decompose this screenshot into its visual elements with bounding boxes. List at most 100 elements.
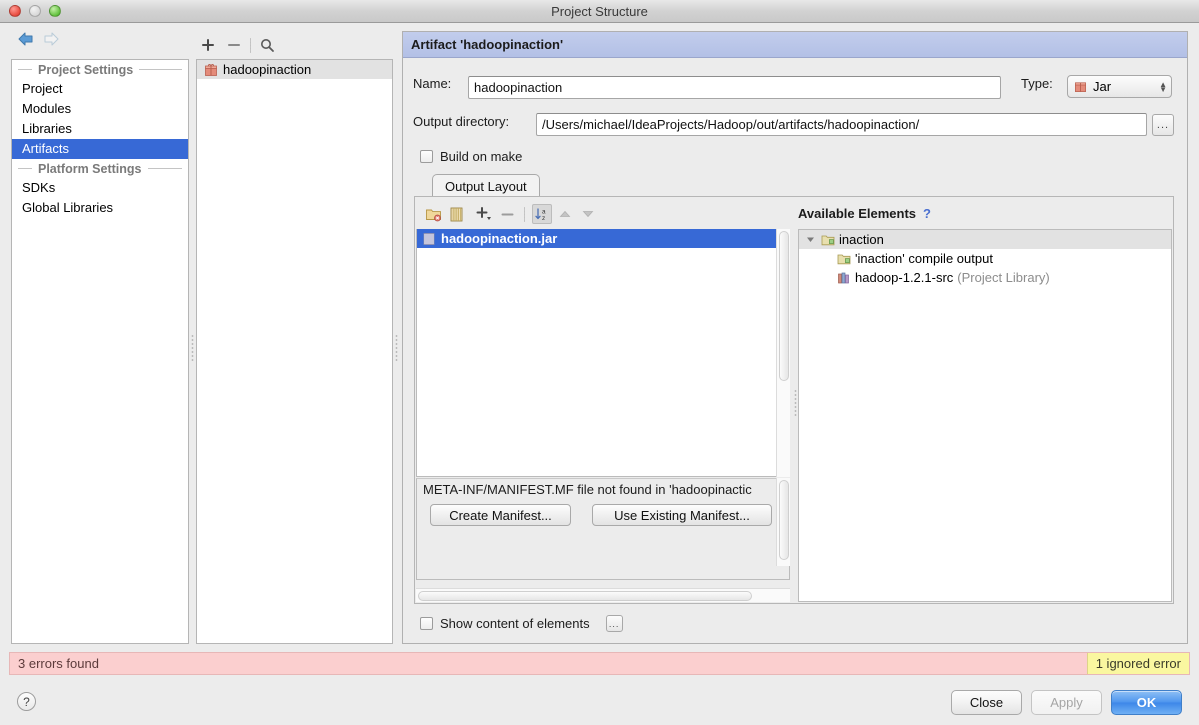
manifest-panel: META-INF/MANIFEST.MF file not found in '… (416, 478, 790, 580)
sidebar-item-global-libraries[interactable]: Global Libraries (12, 198, 188, 218)
module-folder-icon (821, 233, 835, 247)
close-button[interactable]: Close (951, 690, 1022, 715)
tree-row-note: (Project Library) (957, 270, 1050, 285)
name-input[interactable]: hadoopinaction (468, 76, 1001, 99)
tree-row-label: inaction (839, 232, 884, 247)
compile-output-icon (837, 252, 851, 266)
sidebar-item-artifacts[interactable]: Artifacts (12, 139, 188, 159)
use-existing-manifest-button[interactable]: Use Existing Manifest... (592, 504, 772, 526)
sidebar-item-label: Libraries (22, 121, 72, 136)
triangle-up-icon[interactable] (555, 204, 575, 224)
sidebar-item-label: Artifacts (22, 141, 69, 156)
artifact-list-pane[interactable]: hadoopinaction (196, 59, 393, 644)
scroll-thumb[interactable] (779, 231, 789, 381)
sort-az-icon[interactable]: a z (532, 204, 552, 224)
ok-button[interactable]: OK (1111, 690, 1182, 715)
sidebar-section-title: Project Settings (38, 62, 134, 77)
scroll-thumb[interactable] (779, 480, 789, 560)
sidebar-item-label: Modules (22, 101, 72, 116)
create-manifest-button[interactable]: Create Manifest... (430, 504, 571, 526)
help-icon[interactable]: ? (923, 206, 931, 221)
divider (147, 168, 182, 169)
apply-button[interactable]: Apply (1031, 690, 1102, 715)
available-elements-title: Available Elements (798, 206, 917, 221)
output-directory-row: Output directory: (413, 114, 509, 129)
available-elements-header: Available Elements ? (798, 206, 1172, 226)
output-layout-toolbar: a z (416, 202, 790, 226)
show-content-checkbox[interactable] (420, 617, 433, 630)
build-on-make-checkbox[interactable] (420, 150, 433, 163)
help-button[interactable]: ? (17, 692, 36, 711)
sidebar-item-label: Project (22, 81, 63, 96)
sidebar-item-libraries[interactable]: Libraries (12, 119, 188, 139)
toolbar-separator (250, 37, 251, 53)
window-title-bar: Project Structure (0, 0, 1199, 23)
jar-icon (422, 232, 436, 246)
manifest-hscrollbar[interactable] (416, 588, 790, 602)
search-icon[interactable] (257, 35, 277, 55)
scroll-thumb[interactable] (418, 591, 752, 601)
triangle-down-icon[interactable] (578, 204, 598, 224)
tree-row[interactable]: inaction (799, 230, 1171, 249)
output-layout-tree[interactable]: hadoopinaction.jar (416, 229, 790, 477)
jar-type-icon (1074, 80, 1087, 93)
sidebar-item-project[interactable]: Project (12, 79, 188, 99)
output-layout-vscrollbar[interactable] (776, 229, 790, 477)
type-select-value: Jar (1093, 79, 1112, 94)
browse-output-directory-button[interactable]: ... (1152, 114, 1174, 136)
sidebar-section-header: Platform Settings (12, 159, 188, 178)
midpane-splitter[interactable] (394, 335, 398, 361)
tree-row[interactable]: hadoopinaction.jar (417, 229, 789, 248)
sidebar-item-label: SDKs (22, 180, 56, 195)
artifact-list-toolbar (198, 33, 277, 57)
type-select[interactable]: Jar ▲ ▼ (1067, 75, 1172, 98)
status-bar: 3 errors found 1 ignored error (9, 652, 1190, 675)
output-directory-input[interactable]: /Users/michael/IdeaProjects/Hadoop/out/a… (536, 113, 1147, 136)
settings-sidebar[interactable]: Project Settings Project Modules Libraries A… (11, 59, 189, 644)
sidebar-item-label: Global Libraries (22, 200, 114, 215)
sidebar-section-title: Platform Settings (38, 161, 142, 176)
manifest-vscrollbar[interactable] (776, 478, 790, 566)
tree-row[interactable]: hadoop-1.2.1-src (Project Library) (799, 268, 1171, 287)
archive-icon[interactable] (446, 204, 466, 224)
jar-artifact-icon (204, 63, 218, 77)
list-item-label: hadoopinaction (223, 62, 312, 77)
window-title: Project Structure (551, 3, 648, 19)
build-on-make-row[interactable]: Build on make (420, 149, 522, 164)
show-content-options-button[interactable]: ... (605, 615, 623, 632)
remove-artifact-button[interactable] (224, 35, 244, 55)
sidebar-item-modules[interactable]: Modules (12, 99, 188, 119)
tree-row-label: 'inaction' compile output (855, 251, 993, 266)
layout-splitter[interactable] (793, 390, 797, 416)
sidebar-section-header: Project Settings (12, 60, 188, 79)
sidebar-splitter[interactable] (190, 335, 194, 361)
error-count-text: 3 errors found (18, 656, 99, 671)
tree-row-label: hadoop-1.2.1-src (855, 270, 954, 285)
add-artifact-button[interactable] (198, 35, 218, 55)
library-icon (837, 271, 851, 285)
build-on-make-label: Build on make (440, 149, 523, 164)
tab-output-layout[interactable]: Output Layout (432, 174, 540, 198)
minus-icon[interactable] (497, 204, 517, 224)
name-field-row: Name: (413, 76, 451, 91)
list-item[interactable]: hadoopinaction (197, 60, 392, 79)
divider (139, 69, 182, 70)
arrow-right-icon[interactable] (41, 29, 61, 49)
output-directory-label: Output directory: (413, 114, 510, 129)
chevron-down-icon[interactable] (805, 234, 817, 245)
dialog-footer: ? Close Apply OK (0, 678, 1199, 725)
plus-dropdown-icon[interactable] (474, 204, 494, 224)
show-content-row[interactable]: Show content of elements ... (420, 615, 623, 632)
page-title: Artifact 'hadoopinaction' (403, 32, 1187, 58)
available-elements-tree[interactable]: inaction 'inaction' compile output hadoo… (798, 229, 1172, 602)
sidebar-item-sdks[interactable]: SDKs (12, 178, 188, 198)
chevron-updown-icon: ▲ ▼ (1159, 79, 1167, 94)
name-label: Name: (413, 76, 452, 91)
tree-row[interactable]: 'inaction' compile output (799, 249, 1171, 268)
tab-strip: Output Layout (415, 172, 1177, 198)
folder-remove-icon[interactable] (423, 204, 443, 224)
arrow-left-icon[interactable] (16, 29, 36, 49)
ignored-error-badge[interactable]: 1 ignored error (1086, 653, 1189, 674)
tree-row-label: hadoopinaction.jar (441, 231, 558, 246)
svg-text:z: z (542, 215, 545, 222)
